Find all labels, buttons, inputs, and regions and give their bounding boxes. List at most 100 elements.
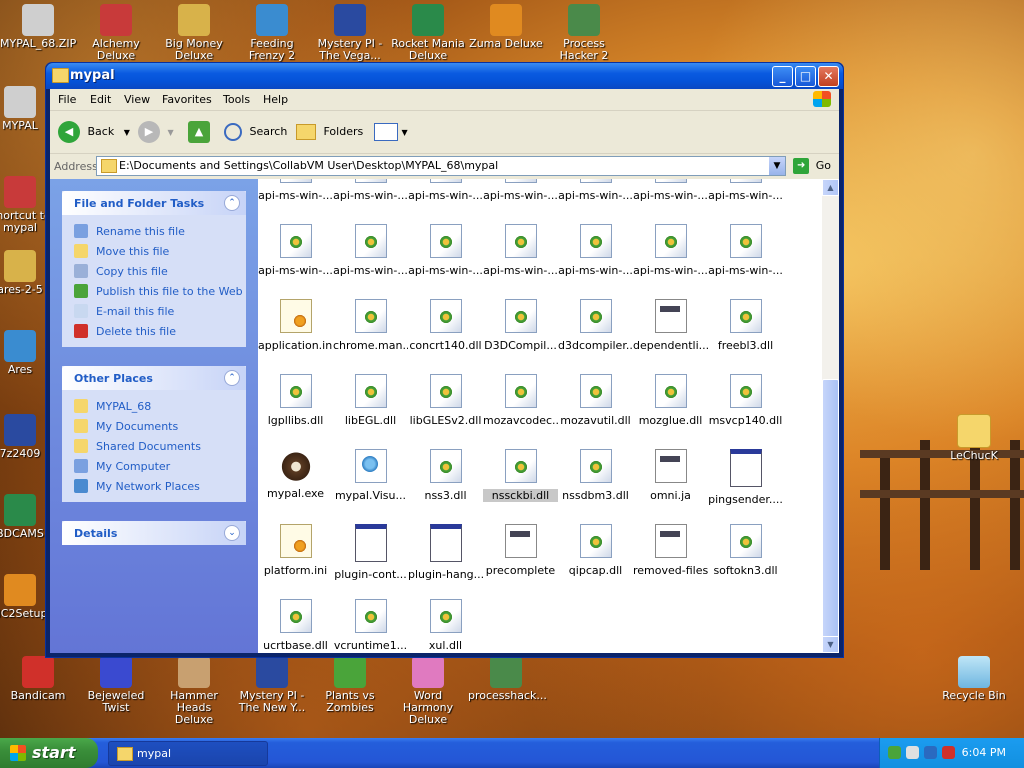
file-item[interactable]: nssdbm3.dll xyxy=(558,449,633,502)
vertical-scrollbar[interactable]: ▲ ▼ xyxy=(822,179,839,653)
minimize-button[interactable]: _ xyxy=(772,66,793,87)
file-item[interactable]: libGLESv2.dll xyxy=(408,374,483,427)
file-item[interactable]: api-ms-win-... xyxy=(558,179,633,202)
file-item[interactable]: mozavutil.dll xyxy=(558,374,633,427)
task-link-5[interactable]: Delete this file xyxy=(72,321,246,341)
file-item[interactable]: api-ms-win-... xyxy=(408,224,483,277)
desktop-icon-top-5[interactable]: Rocket Mania Deluxe xyxy=(390,4,466,62)
file-item[interactable]: omni.ja xyxy=(633,449,708,502)
desktop-icon-top-6[interactable]: Zuma Deluxe xyxy=(468,4,544,50)
desktop-icon-top-0[interactable]: MYPAL_68.ZIP xyxy=(0,4,76,50)
desktop-icon-recycle-bin[interactable]: Recycle Bin xyxy=(936,656,1012,702)
file-item[interactable]: softokn3.dll xyxy=(708,524,783,577)
file-item[interactable]: api-ms-win-... xyxy=(408,179,483,202)
task-link-2[interactable]: Copy this file xyxy=(72,261,246,281)
desktop-icon-top-2[interactable]: Big Money Deluxe xyxy=(156,4,232,62)
panel-header[interactable]: Other Places ⌃ xyxy=(62,366,246,390)
collapse-chevron-icon[interactable]: ⌃ xyxy=(224,195,240,211)
menu-edit[interactable]: Edit xyxy=(90,93,111,106)
task-link-1[interactable]: Move this file xyxy=(72,241,246,261)
up-folder-button[interactable]: ▲ xyxy=(188,119,210,145)
folders-button[interactable]: Folders xyxy=(296,119,363,145)
file-item[interactable]: qipcap.dll xyxy=(558,524,633,577)
desktop-icon-lechuck[interactable]: LeChucK xyxy=(936,414,1012,462)
file-item[interactable]: freebl3.dll xyxy=(708,299,783,352)
file-item[interactable]: removed-files xyxy=(633,524,708,577)
views-button[interactable]: ▼ xyxy=(374,119,408,145)
menu-view[interactable]: View xyxy=(124,93,150,106)
place-link-2[interactable]: Shared Documents xyxy=(72,436,246,456)
file-item[interactable]: dependentli... xyxy=(633,299,708,352)
file-item[interactable]: d3dcompiler... xyxy=(558,299,633,352)
search-button[interactable]: Search xyxy=(224,119,287,145)
start-button[interactable]: start xyxy=(0,738,98,768)
back-button[interactable]: ◀ Back ▼ xyxy=(58,119,130,145)
expand-chevron-icon[interactable]: ⌄ xyxy=(224,525,240,541)
menu-help[interactable]: Help xyxy=(263,93,288,106)
file-item[interactable]: api-ms-win-... xyxy=(708,179,783,202)
file-item[interactable]: application.ini xyxy=(258,299,333,352)
go-button[interactable]: ➜ Go xyxy=(793,158,831,174)
file-item[interactable]: plugin-hang... xyxy=(408,524,483,581)
menu-file[interactable]: File xyxy=(58,93,76,106)
desktop-icon-bottom-1[interactable]: Bejeweled Twist xyxy=(78,656,154,714)
file-item[interactable]: mozavcodec... xyxy=(483,374,558,427)
file-item[interactable]: platform.ini xyxy=(258,524,333,577)
maximize-button[interactable]: □ xyxy=(795,66,816,87)
collapse-chevron-icon[interactable]: ⌃ xyxy=(224,370,240,386)
task-link-3[interactable]: Publish this file to the Web xyxy=(72,281,246,301)
file-item[interactable]: api-ms-win-... xyxy=(333,224,408,277)
file-item[interactable]: api-ms-win-... xyxy=(258,224,333,277)
file-item[interactable]: lgpllibs.dll xyxy=(258,374,333,427)
file-item[interactable]: mozglue.dll xyxy=(633,374,708,427)
menu-favorites[interactable]: Favorites xyxy=(162,93,212,106)
place-link-4[interactable]: My Network Places xyxy=(72,476,246,496)
file-item[interactable]: vcruntime1... xyxy=(333,599,408,652)
desktop-icon-bottom-3[interactable]: Mystery PI - The New Y... xyxy=(234,656,310,714)
address-input[interactable]: E:\Documents and Settings\CollabVM User\… xyxy=(96,156,786,176)
menu-tools[interactable]: Tools xyxy=(223,93,250,106)
desktop-icon-bottom-4[interactable]: Plants vs Zombies xyxy=(312,656,388,714)
task-link-0[interactable]: Rename this file xyxy=(72,221,246,241)
desktop-icon-bottom-5[interactable]: Word Harmony Deluxe xyxy=(390,656,466,726)
tray-icon-shield[interactable] xyxy=(906,746,919,759)
file-item[interactable]: D3DCompil... xyxy=(483,299,558,352)
file-item[interactable]: nssckbi.dll xyxy=(483,449,558,502)
file-item[interactable]: mypal.Visu... xyxy=(333,449,408,502)
desktop-icon-top-1[interactable]: Alchemy Deluxe xyxy=(78,4,154,62)
file-item[interactable]: msvcp140.dll xyxy=(708,374,783,427)
scroll-down-button[interactable]: ▼ xyxy=(822,636,839,653)
file-item[interactable]: nss3.dll xyxy=(408,449,483,502)
file-item[interactable]: api-ms-win-... xyxy=(708,224,783,277)
file-item[interactable]: api-ms-win-... xyxy=(633,224,708,277)
file-item[interactable]: libEGL.dll xyxy=(333,374,408,427)
desktop-icon-bottom-6[interactable]: processhack... xyxy=(468,656,547,702)
file-item[interactable]: ucrtbase.dll xyxy=(258,599,333,652)
place-link-0[interactable]: MYPAL_68 xyxy=(72,396,246,416)
desktop-icon-top-7[interactable]: Process Hacker 2 xyxy=(546,4,622,62)
panel-header[interactable]: Details ⌄ xyxy=(62,521,246,545)
tray-icon-app[interactable] xyxy=(924,746,937,759)
desktop-icon-top-4[interactable]: Mystery PI - The Vega... xyxy=(312,4,388,62)
file-item[interactable]: concrt140.dll xyxy=(408,299,483,352)
desktop-icon-bottom-2[interactable]: Hammer Heads Deluxe xyxy=(156,656,232,726)
file-item[interactable]: api-ms-win-... xyxy=(483,179,558,202)
place-link-1[interactable]: My Documents xyxy=(72,416,246,436)
forward-button[interactable]: ▶ ▼ xyxy=(138,119,174,145)
file-item[interactable]: plugin-cont... xyxy=(333,524,408,581)
tray-icon-security[interactable] xyxy=(942,746,955,759)
file-item[interactable]: api-ms-win-... xyxy=(333,179,408,202)
scroll-up-button[interactable]: ▲ xyxy=(822,179,839,196)
file-item[interactable]: mypal.exe xyxy=(258,449,333,500)
clock[interactable]: 6:04 PM xyxy=(962,746,1006,759)
address-dropdown-button[interactable]: ▼ xyxy=(769,157,785,175)
file-item[interactable]: api-ms-win-... xyxy=(483,224,558,277)
panel-header[interactable]: File and Folder Tasks ⌃ xyxy=(62,191,246,215)
desktop-icon-bottom-0[interactable]: Bandicam xyxy=(0,656,76,702)
taskbar-item-mypal[interactable]: mypal xyxy=(108,741,268,766)
file-item[interactable]: xul.dll xyxy=(408,599,483,652)
scroll-thumb[interactable] xyxy=(822,379,839,639)
window-titlebar[interactable]: mypal _ □ ✕ xyxy=(46,63,843,89)
file-item[interactable]: pingsender.... xyxy=(708,449,783,506)
file-item[interactable]: api-ms-win-... xyxy=(258,179,333,202)
